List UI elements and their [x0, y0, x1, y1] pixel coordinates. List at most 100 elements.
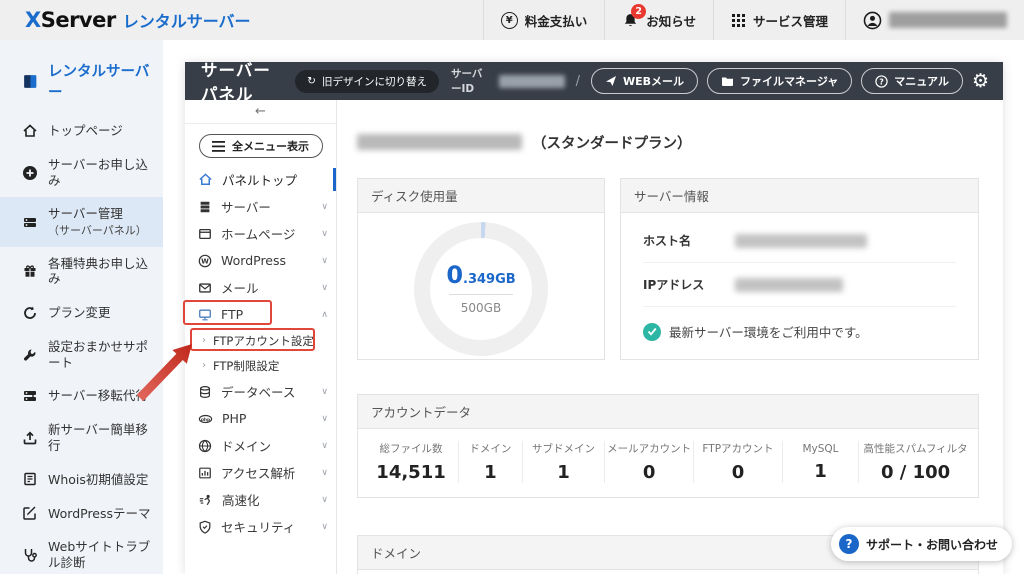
- paper-plane-icon: [605, 75, 617, 87]
- globe-icon: [198, 439, 212, 453]
- sidebar-item-easy-migration[interactable]: 新サーバー簡単移行: [0, 413, 163, 462]
- chevron-down-icon: ∨: [321, 413, 328, 424]
- server-status-text: 最新サーバー環境をご利用中です。: [669, 325, 868, 340]
- bar-chart-icon: [198, 466, 212, 480]
- chevron-down-icon: ∨: [321, 228, 328, 239]
- menu-item-speed-up[interactable]: 高速化 ∨: [185, 486, 336, 513]
- edit-icon: [22, 505, 38, 521]
- server-id-redacted: [498, 74, 565, 88]
- screen: XServer レンタルサーバー ¥ 料金支払い 2 お知らせ サービス管理 レ…: [0, 0, 1024, 574]
- svg-text:php: php: [201, 416, 210, 422]
- notifications-menu-item[interactable]: 2 お知らせ: [604, 0, 713, 40]
- panel-body: ← 全メニュー表示 パネルトップ サーバー ∨ ホームページ ∨ W WordP…: [185, 100, 1003, 574]
- caret-right-icon: ›: [202, 360, 206, 371]
- refresh-icon: [22, 305, 38, 321]
- menu-item-php[interactable]: php PHP ∨: [185, 405, 336, 432]
- hamburger-icon: [212, 140, 225, 152]
- yen-circle-icon: ¥: [500, 11, 518, 29]
- document-icon: [22, 471, 38, 487]
- stat-mysql: MySQL 1: [781, 441, 858, 483]
- menu-item-database[interactable]: データベース ∨: [185, 378, 336, 405]
- chevron-down-icon: ∨: [321, 494, 328, 505]
- grid-icon: [731, 13, 746, 28]
- stat-total-files: 総ファイル数 14,511: [376, 443, 446, 483]
- panel-content: （スタンダードプラン） ディスク使用量 0.349GB 500GB サーバー情報…: [337, 100, 1003, 574]
- menu-item-server[interactable]: サーバー ∨: [185, 193, 336, 220]
- chevron-down-icon: ∨: [321, 467, 328, 478]
- upload-icon: [22, 430, 38, 446]
- svg-text:W: W: [201, 257, 209, 265]
- menu-item-access-analytics[interactable]: アクセス解析 ∨: [185, 459, 336, 486]
- mail-icon: [198, 281, 212, 295]
- menu-item-ftp-restriction-settings[interactable]: › FTP制限設定: [185, 353, 336, 378]
- disk-usage-card: ディスク使用量 0.349GB 500GB: [357, 178, 605, 360]
- menu-item-mail[interactable]: メール ∨: [185, 274, 336, 301]
- chevron-down-icon: ∨: [321, 201, 328, 212]
- server-panel: サーバーパネル ↻ 旧デザインに切り替え サーバーID / WEBメール ファイ…: [185, 61, 1003, 574]
- divider: [449, 294, 513, 295]
- ip-address-row: IPアドレス: [643, 263, 956, 307]
- xserver-logo[interactable]: XServer レンタルサーバー: [0, 8, 251, 32]
- menu-item-domain[interactable]: ドメイン ∨: [185, 432, 336, 459]
- domain-title-row: （スタンダードプラン）: [357, 130, 979, 154]
- sidebar-item-server-apply[interactable]: サーバーお申し込み: [0, 148, 163, 197]
- menu-item-ftp[interactable]: FTP ∧: [185, 301, 336, 328]
- menu-item-homepage[interactable]: ホームページ ∨: [185, 220, 336, 247]
- php-icon: php: [198, 412, 213, 426]
- sidebar-item-bonus-apply[interactable]: 各種特典お申し込み: [0, 247, 163, 296]
- disk-usage-chart: 0.349GB 500GB: [358, 213, 604, 356]
- ip-address-label: IPアドレス: [643, 278, 705, 292]
- chevron-down-icon: ∨: [321, 386, 328, 397]
- server-transfer-icon: [22, 388, 38, 404]
- sidebar-item-support-setting[interactable]: 設定おまかせサポート: [0, 330, 163, 379]
- home-icon: [198, 172, 213, 187]
- chevron-down-icon: ∨: [321, 521, 328, 532]
- chevron-down-icon: ∨: [321, 255, 328, 266]
- server-id-label: サーバーID: [450, 68, 483, 95]
- payment-menu-item[interactable]: ¥ 料金支払い: [482, 0, 605, 40]
- sidebar-item-wordpress-theme[interactable]: WordPressテーマ: [0, 496, 163, 530]
- sidebar-item-plan-change[interactable]: プラン変更: [0, 296, 163, 330]
- chevron-up-icon: ∧: [321, 309, 328, 320]
- sidebar-item-server-transfer[interactable]: サーバー移転代行: [0, 379, 163, 413]
- file-manager-button[interactable]: ファイルマネージャ: [707, 68, 853, 94]
- server-icon: [198, 200, 212, 214]
- menu-collapse-button[interactable]: ←: [185, 100, 336, 124]
- check-circle-icon: [643, 322, 661, 341]
- chevron-down-icon: ∨: [321, 440, 328, 451]
- shield-icon: [198, 520, 212, 534]
- service-management-menu-item[interactable]: サービス管理: [712, 0, 845, 40]
- menu-item-panel-top[interactable]: パネルトップ: [185, 166, 336, 193]
- stat-subdomains: サブドメイン 1: [521, 441, 605, 483]
- disk-total-value: 500GB: [460, 301, 502, 315]
- manual-button[interactable]: ? マニュアル: [861, 68, 963, 94]
- host-name-redacted: [735, 233, 867, 248]
- plus-circle-icon: [22, 165, 38, 181]
- server-info-card-title: サーバー情報: [621, 179, 978, 213]
- webmail-button[interactable]: WEBメール: [591, 68, 699, 94]
- stethoscope-icon: [22, 547, 38, 563]
- sidebar-item-server-management[interactable]: サーバー管理 （サーバーパネル）: [0, 197, 163, 247]
- book-icon: [22, 73, 39, 90]
- chevron-down-icon: ∨: [321, 282, 328, 293]
- sidebar-title-rental-server[interactable]: レンタルサーバー: [0, 48, 163, 114]
- sidebar-item-top-page[interactable]: トップページ: [0, 114, 163, 148]
- all-menu-button[interactable]: 全メニュー表示: [198, 134, 323, 158]
- panel-header: サーバーパネル ↻ 旧デザインに切り替え サーバーID / WEBメール ファイ…: [185, 61, 1003, 104]
- sidebar-item-whois-default[interactable]: Whois初期値設定: [0, 462, 163, 496]
- sidebar-item-web-diagnosis[interactable]: Webサイトトラブル診断: [0, 530, 163, 574]
- menu-item-security[interactable]: セキュリティ ∨: [185, 513, 336, 540]
- support-contact-button[interactable]: ? サポート・お問い合わせ: [830, 527, 1012, 561]
- speed-icon: [198, 493, 213, 507]
- old-design-switch-button[interactable]: ↻ 旧デザインに切り替え: [295, 69, 439, 93]
- svg-text:?: ?: [879, 77, 884, 86]
- account-menu-item[interactable]: [845, 0, 1024, 40]
- logo-brand: XServer: [25, 8, 116, 32]
- gear-icon[interactable]: ⚙: [972, 71, 989, 91]
- stat-domains: ドメイン 1: [458, 441, 522, 483]
- summary-cards-row: ディスク使用量 0.349GB 500GB サーバー情報 ホスト名 IPアドレス…: [357, 178, 979, 360]
- menu-item-wordpress[interactable]: W WordPress ∨: [185, 247, 336, 274]
- menu-item-ftp-account-settings[interactable]: › FTPアカウント設定: [185, 328, 336, 353]
- top-menu: ¥ 料金支払い 2 お知らせ サービス管理: [482, 0, 1024, 40]
- caret-right-icon: ›: [202, 335, 206, 346]
